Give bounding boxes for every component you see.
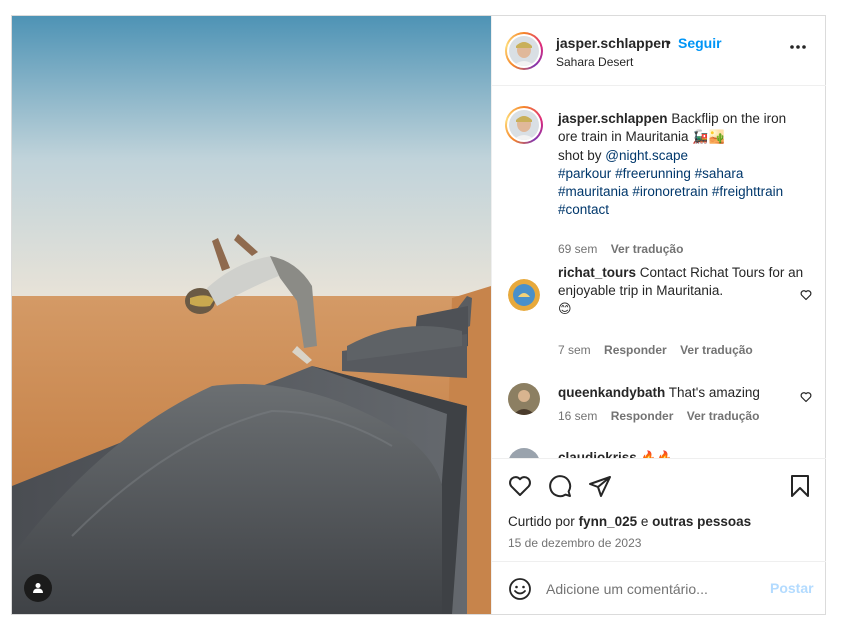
comment-time[interactable]: 7 sem bbox=[558, 343, 591, 357]
comment-body: That's amazing bbox=[668, 385, 760, 400]
hashtag[interactable]: #sahara bbox=[695, 166, 744, 181]
separator-dot: • bbox=[666, 34, 671, 50]
comment-like-heart-icon[interactable] bbox=[800, 391, 812, 403]
comment-text: claudiokriss 🔥🔥 bbox=[558, 449, 808, 458]
comment-input[interactable] bbox=[546, 578, 756, 600]
add-comment-bar: Postar bbox=[492, 561, 826, 614]
post-comment-button[interactable]: Postar bbox=[770, 580, 814, 596]
caption-meta: 69 sem Ver tradução bbox=[558, 242, 693, 256]
likes-summary[interactable]: Curtido por fynn_025 e outras pessoas bbox=[508, 514, 751, 529]
comment-body: 🔥🔥 bbox=[641, 451, 673, 458]
post-date[interactable]: 15 de dezembro de 2023 bbox=[508, 536, 641, 550]
hashtag[interactable]: #contact bbox=[558, 202, 609, 217]
commenter-avatar[interactable] bbox=[508, 448, 540, 458]
hashtag[interactable]: #ironoretrain bbox=[632, 184, 708, 199]
comment-username[interactable]: queenkandybath bbox=[558, 385, 665, 400]
translate-button[interactable]: Ver tradução bbox=[687, 409, 760, 423]
caption-username[interactable]: jasper.schlappen bbox=[558, 111, 668, 126]
comment-username[interactable]: claudiokriss bbox=[558, 450, 637, 458]
comments-list[interactable]: jasper.schlappen Backflip on the iron or… bbox=[492, 87, 826, 458]
comment-like-heart-icon[interactable] bbox=[800, 289, 812, 301]
comment-username[interactable]: richat_tours bbox=[558, 265, 636, 280]
post-header: jasper.schlappen • Seguir Sahara Desert bbox=[492, 16, 826, 86]
caption-time[interactable]: 69 sem bbox=[558, 242, 597, 256]
liked-by-others[interactable]: outras pessoas bbox=[652, 514, 751, 529]
caption-emojis: 🚂🏜️ bbox=[692, 130, 725, 145]
translate-button[interactable]: Ver tradução bbox=[680, 343, 753, 357]
share-icon[interactable] bbox=[588, 474, 612, 498]
user-tag-icon bbox=[33, 583, 43, 593]
hashtag[interactable]: #freighttrain bbox=[712, 184, 783, 199]
commenter-avatar[interactable] bbox=[508, 383, 540, 415]
likes-joiner: e bbox=[640, 514, 649, 529]
bookmark-icon[interactable] bbox=[788, 474, 812, 498]
reply-button[interactable]: Responder bbox=[604, 343, 667, 357]
liked-by-user[interactable]: fynn_025 bbox=[579, 514, 638, 529]
heart-icon[interactable] bbox=[508, 474, 532, 498]
post-dialog: jasper.schlappen • Seguir Sahara Desert bbox=[11, 15, 826, 615]
comment-text: queenkandybath That's amazing bbox=[558, 384, 808, 402]
reply-button[interactable]: Responder bbox=[611, 409, 674, 423]
caption-credit-handle[interactable]: @night.scape bbox=[605, 148, 688, 163]
likes-prefix: Curtido por bbox=[508, 514, 575, 529]
hashtag[interactable]: #parkour bbox=[558, 166, 611, 181]
post-actions: Curtido por fynn_025 e outras pessoas 15… bbox=[492, 458, 826, 561]
emoji-icon[interactable] bbox=[508, 577, 532, 601]
author-username[interactable]: jasper.schlappen bbox=[556, 35, 670, 51]
commenter-avatar[interactable] bbox=[508, 279, 540, 311]
hashtag[interactable]: #mauritania bbox=[558, 184, 629, 199]
post-location[interactable]: Sahara Desert bbox=[556, 55, 633, 69]
comment-emoji: 😊 bbox=[558, 302, 572, 317]
author-avatar[interactable] bbox=[505, 32, 543, 70]
comment-meta: 16 sem Responder Ver tradução bbox=[558, 409, 769, 423]
more-options-icon[interactable] bbox=[788, 40, 808, 54]
user-tag-button[interactable] bbox=[24, 574, 52, 602]
comment-text: richat_tours Contact Richat Tours for an… bbox=[558, 264, 808, 319]
post-side-panel: jasper.schlappen • Seguir Sahara Desert bbox=[491, 16, 826, 614]
hashtag[interactable]: #freerunning bbox=[615, 166, 691, 181]
caption: jasper.schlappen Backflip on the iron or… bbox=[558, 110, 808, 219]
translate-button[interactable]: Ver tradução bbox=[611, 242, 684, 256]
comment-icon[interactable] bbox=[548, 474, 572, 498]
caption-avatar[interactable] bbox=[505, 106, 543, 144]
comment-time[interactable]: 16 sem bbox=[558, 409, 597, 423]
post-photo[interactable] bbox=[12, 16, 491, 614]
caption-credit-prefix: shot by bbox=[558, 148, 602, 163]
comment-meta: 7 sem Responder Ver tradução bbox=[558, 343, 763, 357]
follow-button[interactable]: Seguir bbox=[678, 35, 722, 51]
